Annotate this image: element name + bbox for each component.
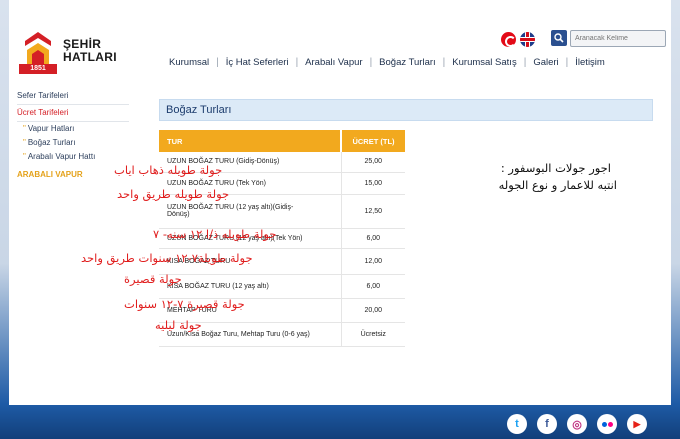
flickr-icon[interactable]: [597, 414, 617, 434]
table-row: KISA BOĞAZ TURU (12 yaş altı) 6,00: [159, 274, 405, 299]
sidebar-subitem-bogaz-turlari[interactable]: " Boğaz Turları: [17, 136, 132, 150]
sidebar-subitem-arabali-vapur-hatti[interactable]: " Arabalı Vapur Hattı: [17, 150, 132, 164]
annotation-red-6: جولة قصيرة ٧-١٢ سنوات: [124, 297, 245, 311]
sidebar-subitem-label: Boğaz Turları: [27, 138, 76, 147]
twitter-icon[interactable]: t: [507, 414, 527, 434]
column-header-price: ÜCRET (TL): [340, 130, 405, 152]
main-nav: Kurumsal | İç Hat Seferleri | Arabalı Va…: [162, 57, 612, 68]
cell-price: 12,00: [340, 248, 405, 275]
annotation-note-title: اجور جولات البوسفور :: [500, 161, 611, 175]
page-title: Boğaz Turları: [159, 99, 653, 121]
sidebar-item-sefer-tarifeleri[interactable]: Sefer Tarifeleri: [17, 88, 132, 104]
cell-price: Ücretsiz: [340, 322, 405, 347]
brand-name[interactable]: ŞEHİR HATLARI: [63, 38, 117, 64]
annotation-note-subtitle: انتبه للاعمار و نوع الجوله: [498, 178, 617, 192]
nav-item-iletisim[interactable]: İletişim: [568, 57, 612, 68]
cell-price: 25,00: [340, 152, 405, 173]
annotation-red-1: جولة طويله ذهاب اياب: [114, 163, 223, 177]
cell-price: 6,00: [340, 274, 405, 299]
turkish-flag-icon[interactable]: [501, 32, 516, 47]
social-links: t f ◎ ▶: [507, 414, 647, 434]
language-switcher: [501, 32, 535, 47]
nav-item-kurumsal-satis[interactable]: Kurumsal Satış: [445, 57, 523, 68]
bullet-icon: ": [23, 152, 26, 161]
sidebar-subitem-vapur-hatlari[interactable]: " Vapur Hatları: [17, 122, 132, 136]
brand-line-2: HATLARI: [63, 50, 117, 64]
nav-item-bogaz-turlari[interactable]: Boğaz Turları: [372, 57, 443, 68]
cell-price: 12,50: [340, 194, 405, 229]
annotation-red-5: جولة قصيرة: [124, 272, 182, 286]
cell-price: 6,00: [340, 228, 405, 249]
table-header-row: TUR ÜCRET (TL): [159, 130, 405, 152]
search-icon: [554, 33, 564, 43]
english-flag-icon[interactable]: [520, 32, 535, 47]
search-input[interactable]: [570, 30, 666, 47]
column-header-tour: TUR: [159, 130, 341, 152]
logo[interactable]: 1851: [19, 30, 57, 74]
sidebar-subitem-label: Vapur Hatları: [27, 124, 75, 133]
facebook-icon[interactable]: f: [537, 414, 557, 434]
sidebar-item-ucret-tarifeleri[interactable]: Ücret Tarifeleri: [17, 105, 132, 121]
nav-item-ic-hat-seferleri[interactable]: İç Hat Seferleri: [219, 57, 296, 68]
nav-item-arabali-vapur[interactable]: Arabalı Vapur: [298, 57, 369, 68]
bullet-icon: ": [23, 138, 26, 147]
logo-year: 1851: [19, 64, 57, 74]
annotation-red-3: جولة طويله ذ/ا ١٢ سنه- ٧: [153, 227, 277, 241]
logo-mark-icon: [25, 32, 51, 64]
page-container: 1851 ŞEHİR HATLARI Kurumsal | İç Hat Sef…: [9, 0, 671, 405]
nav-item-galeri[interactable]: Galeri: [526, 57, 565, 68]
sidebar-subitem-label: Arabalı Vapur Hattı: [27, 152, 96, 161]
flickr-dot-blue: [601, 421, 607, 427]
cell-price: 20,00: [340, 298, 405, 323]
youtube-icon[interactable]: ▶: [627, 414, 647, 434]
annotation-red-2: جولة طويله طريق واحد: [117, 187, 230, 201]
flickr-dot-pink: [607, 421, 613, 427]
cell-price: 15,00: [340, 172, 405, 195]
cell-tour-line: Dönüş): [167, 211, 190, 218]
instagram-icon[interactable]: ◎: [567, 414, 587, 434]
search-button[interactable]: [551, 30, 567, 46]
cell-tour-line: UZUN BOĞAZ TURU (12 yaş altı)(Gidiş-: [167, 204, 294, 211]
cell-tour: KISA BOĞAZ TURU (12 yaş altı): [159, 274, 341, 299]
nav-item-kurumsal[interactable]: Kurumsal: [162, 57, 216, 68]
annotation-red-7: جولة ليليه: [155, 318, 202, 332]
annotation-red-4: جولة طويلة٧-١٢ سنوات طريق واحد: [81, 251, 253, 265]
bullet-icon: ": [23, 124, 26, 133]
